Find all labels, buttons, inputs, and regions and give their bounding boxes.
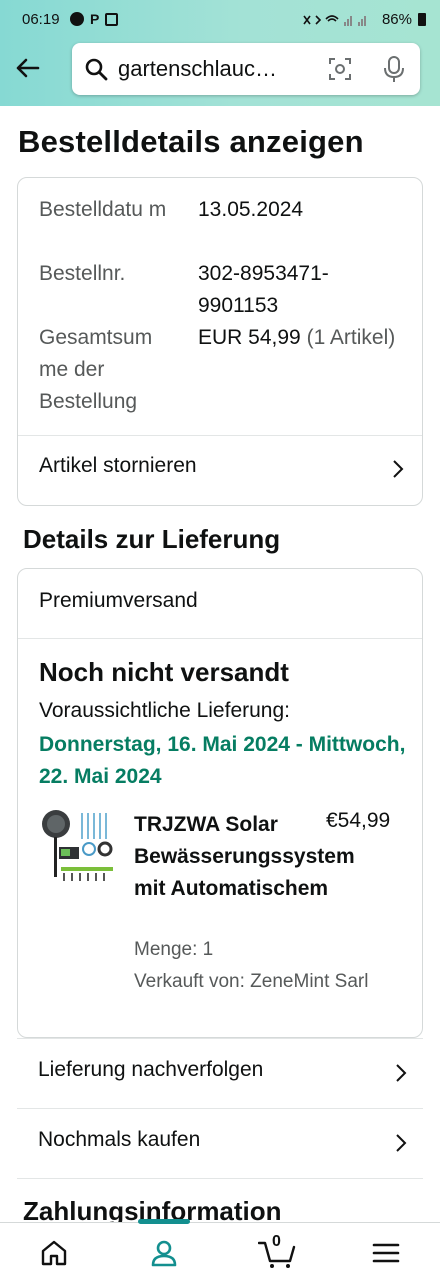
delivery-section-title: Details zur Lieferung (23, 524, 281, 554)
order-number-label: Bestellnr. (39, 262, 126, 285)
microphone-icon[interactable] (382, 55, 406, 83)
order-total-amount: EUR 54,99 (198, 326, 301, 349)
product-quantity: Menge: 1 (134, 939, 214, 960)
chevron-right-icon (393, 460, 404, 478)
paypal-icon: P (90, 11, 100, 27)
battery-icon (418, 13, 426, 26)
order-date-value: 13.05.2024 (198, 198, 304, 221)
chevron-right-icon (396, 1134, 407, 1152)
expected-delivery-range: Donnerstag, 16. Mai 2024 - Mittwoch, 22.… (39, 733, 406, 788)
status-notification-icons: P (70, 11, 119, 27)
camera-scan-icon[interactable] (328, 57, 352, 81)
dnd-icon (70, 12, 84, 26)
status-bar: 06:19 P 86% (0, 0, 440, 40)
order-summary-card: Bestelldatu m 13.05.2024 Bestellnr. 302-… (17, 177, 423, 506)
product-thumbnail[interactable] (39, 807, 117, 885)
shipment-status: Noch nicht versandt (39, 657, 289, 687)
cart-button[interactable]: 0 (257, 1233, 298, 1269)
chevron-right-icon (396, 1064, 407, 1082)
track-delivery-link[interactable]: Lieferung nachverfolgen (17, 1038, 423, 1106)
expected-delivery-label: Voraussichtliche Lieferung: (39, 699, 290, 722)
search-bar[interactable]: gartenschlauc… (72, 43, 420, 95)
cart-count: 0 (272, 1233, 281, 1250)
gallery-icon (105, 12, 119, 26)
account-icon[interactable] (148, 1237, 180, 1269)
divider (18, 638, 422, 639)
bottom-nav: 0 (0, 1219, 440, 1280)
order-total-count: (1 Artikel) (306, 326, 396, 349)
cancel-items-link[interactable]: Artikel stornieren (18, 436, 422, 502)
order-total-value: EUR 54,99 (1 Artikel) (198, 322, 398, 354)
track-delivery-label: Lieferung nachverfolgen (38, 1058, 264, 1081)
product-name-link[interactable]: TRJZWA Solar Bewässerungssystem mit Auto… (134, 809, 355, 905)
search-input[interactable]: gartenschlauc… (118, 56, 308, 82)
cancel-items-label: Artikel stornieren (39, 454, 197, 477)
buy-again-label: Nochmals kaufen (38, 1128, 201, 1151)
status-time: 06:19 (22, 11, 60, 28)
page-title: Bestelldetails anzeigen (18, 124, 364, 159)
battery-percent: 86% (381, 11, 412, 28)
menu-icon[interactable] (370, 1237, 402, 1269)
app-header: 06:19 P 86% gartenschlauc… (0, 0, 440, 106)
active-tab-indicator (138, 1219, 190, 1224)
home-icon[interactable] (38, 1237, 70, 1269)
order-date-label: Bestelldatu m (39, 198, 167, 221)
order-total-label: Gesamtsum me der Bestellung (39, 326, 153, 413)
back-arrow-icon[interactable] (12, 52, 44, 84)
shipping-method: Premiumversand (39, 589, 198, 612)
order-number-value: 302-8953471-9901153 (198, 262, 329, 317)
product-price: €54,99 (326, 809, 391, 832)
signal-icons (303, 14, 366, 26)
status-system-icons: 86% (302, 11, 426, 28)
delivery-card: Premiumversand Noch nicht versandt Vorau… (17, 568, 423, 1038)
buy-again-link[interactable]: Nochmals kaufen (17, 1108, 423, 1176)
search-icon[interactable] (84, 57, 108, 81)
product-seller: Verkauft von: ZeneMint Sarl (134, 971, 369, 992)
